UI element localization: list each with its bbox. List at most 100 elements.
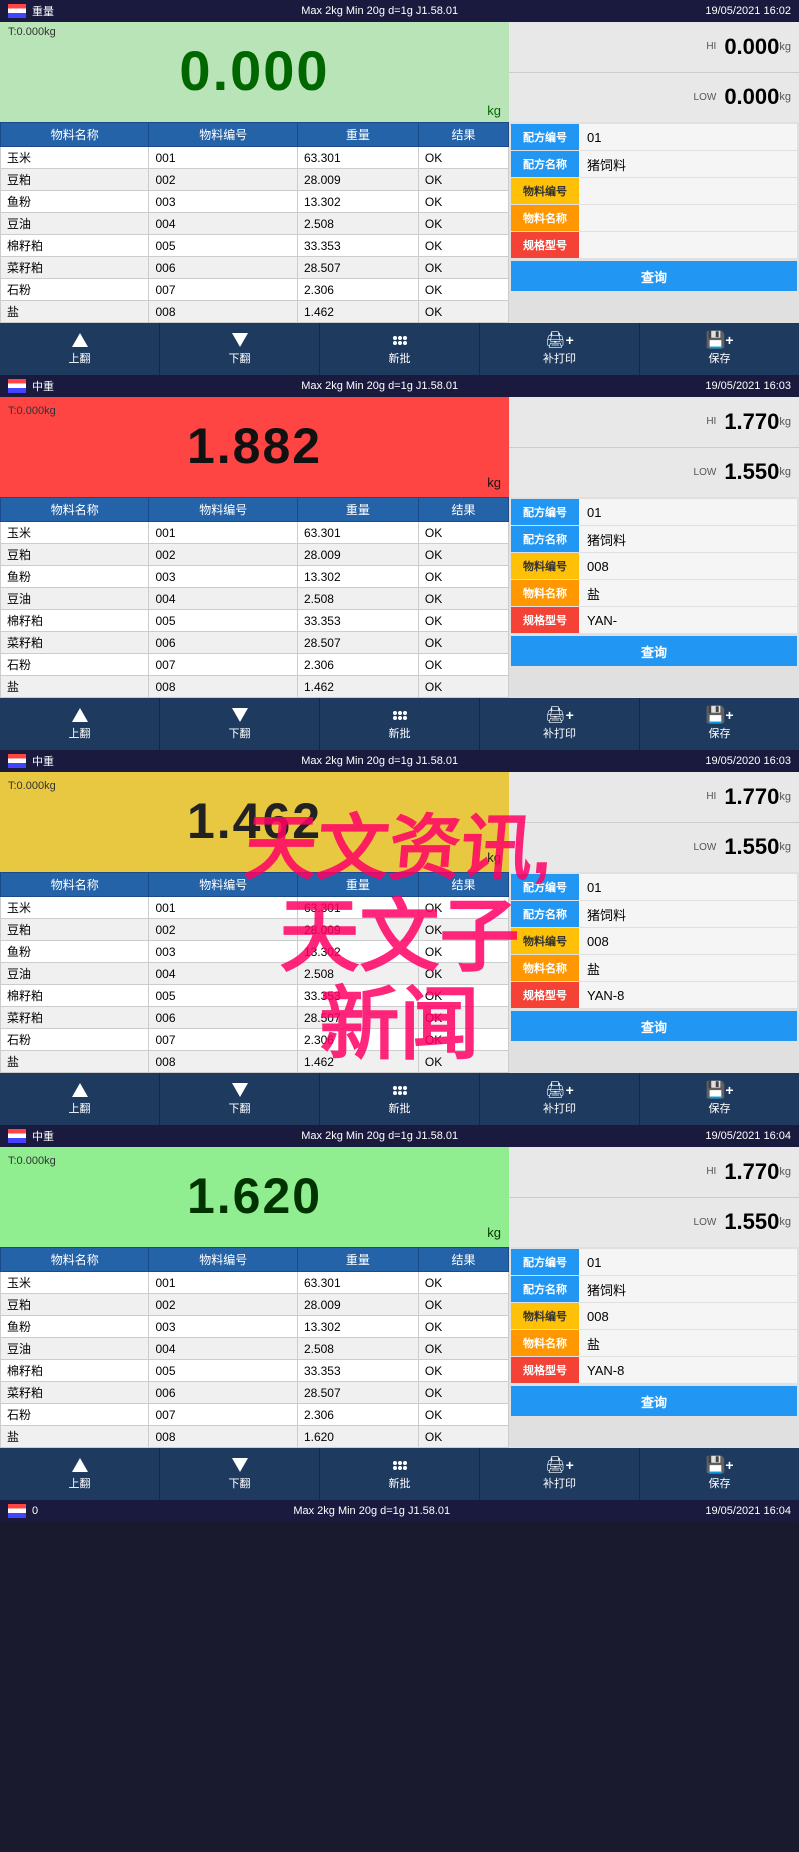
hi-value: 1.770 (724, 1159, 779, 1185)
info-label: 配方编号 (511, 1249, 579, 1275)
reprint-btn-label: 补打印 (543, 350, 576, 366)
up-btn[interactable]: 上翻 (0, 698, 160, 750)
down-btn-icon (228, 1457, 252, 1473)
table-cell: 石粉 (1, 1404, 149, 1426)
table-cell: 008 (149, 676, 297, 698)
new-batch-btn[interactable]: 新批 (320, 1448, 480, 1500)
info-row: 物料编号 008 (511, 928, 797, 954)
toolbar: 上翻 下翻 新批 🖨+ 补打印 💾+ 保存 (0, 1073, 799, 1125)
info-panel: 配方编号 01 配方名称 猪饲料 物料编号 008 物料名称 盐 规格型号 YA… (509, 872, 799, 1073)
hi-unit: kg (779, 791, 791, 803)
up-btn[interactable]: 上翻 (0, 1073, 160, 1125)
new-batch-btn-icon (388, 332, 412, 348)
save-btn[interactable]: 💾+ 保存 (640, 698, 799, 750)
info-row: 物料名称 (511, 205, 797, 231)
top-bar-left: 重量 (8, 3, 54, 19)
info-label: 物料名称 (511, 1330, 579, 1356)
table-cell: 鱼粉 (1, 566, 149, 588)
query-button[interactable]: 查询 (511, 261, 797, 291)
query-button[interactable]: 查询 (511, 636, 797, 666)
table-row: 玉米00163.301OK (1, 897, 509, 919)
table-header: 物料编号 (149, 1248, 297, 1272)
low-value: 1.550 (724, 1209, 779, 1235)
table-cell: 004 (149, 588, 297, 610)
table-row: 玉米00163.301OK (1, 522, 509, 544)
table-row: 菜籽粕00628.507OK (1, 1382, 509, 1404)
reprint-btn[interactable]: 🖨+ 补打印 (480, 1448, 640, 1500)
timestamp: 19/05/2021 16:03 (705, 380, 791, 392)
table-row: 石粉0072.306OK (1, 1404, 509, 1426)
material-table: 物料名称物料编号重量结果玉米00163.301OK豆粕00228.009OK鱼粉… (0, 122, 509, 323)
weight-area: T:0.000kg1.882kg HI 1.770 kg LOW 1.550 k… (0, 397, 799, 497)
table-cell: 002 (149, 919, 297, 941)
info-value: 盐 (579, 1330, 797, 1356)
table-cell: OK (418, 1294, 508, 1316)
table-row: 石粉0072.306OK (1, 1029, 509, 1051)
table-cell: 004 (149, 963, 297, 985)
info-row: 配方名称 猪饲料 (511, 1276, 797, 1302)
up-btn[interactable]: 上翻 (0, 1448, 160, 1500)
table-cell: OK (418, 1404, 508, 1426)
reprint-btn[interactable]: 🖨+ 补打印 (480, 323, 640, 375)
weight-label: 中重 (32, 753, 54, 769)
low-unit: kg (779, 466, 791, 478)
info-label: 物料编号 (511, 928, 579, 954)
table-cell: 33.353 (297, 610, 418, 632)
table-header: 物料名称 (1, 873, 149, 897)
up-btn[interactable]: 上翻 (0, 323, 160, 375)
table-cell: OK (418, 191, 508, 213)
info-value: 猪饲料 (579, 1276, 797, 1302)
low-value: 0.000 (724, 84, 779, 110)
query-button[interactable]: 查询 (511, 1386, 797, 1416)
reprint-btn[interactable]: 🖨+ 补打印 (480, 698, 640, 750)
material-table: 物料名称物料编号重量结果玉米00163.301OK豆粕00228.009OK鱼粉… (0, 497, 509, 698)
device-info: Max 2kg Min 20g d=1g J1.58.01 (301, 5, 458, 17)
table-cell: OK (418, 544, 508, 566)
table-row: 玉米00163.301OK (1, 1272, 509, 1294)
down-btn[interactable]: 下翻 (160, 698, 320, 750)
save-btn[interactable]: 💾+ 保存 (640, 1448, 799, 1500)
reprint-btn-label: 补打印 (543, 725, 576, 741)
new-batch-btn[interactable]: 新批 (320, 323, 480, 375)
table-cell: 28.507 (297, 257, 418, 279)
down-btn[interactable]: 下翻 (160, 1448, 320, 1500)
new-batch-btn[interactable]: 新批 (320, 1073, 480, 1125)
save-btn-label: 保存 (709, 350, 731, 366)
weight-area: T:0.000kg1.462kg HI 1.770 kg LOW 1.550 k… (0, 772, 799, 872)
info-row: 物料编号 008 (511, 1303, 797, 1329)
info-label: 规格型号 (511, 1357, 579, 1383)
down-btn[interactable]: 下翻 (160, 323, 320, 375)
weight-value: 1.882 (187, 417, 322, 475)
table-row: 盐0081.462OK (1, 676, 509, 698)
reprint-btn[interactable]: 🖨+ 补打印 (480, 1073, 640, 1125)
weight-unit: kg (487, 850, 501, 865)
table-cell: 棉籽粕 (1, 985, 149, 1007)
new-batch-btn[interactable]: 新批 (320, 698, 480, 750)
hi-unit: kg (779, 416, 791, 428)
table-row: 豆油0042.508OK (1, 1338, 509, 1360)
query-button[interactable]: 查询 (511, 1011, 797, 1041)
table-row: 盐0081.462OK (1, 1051, 509, 1073)
info-value: 008 (579, 1303, 797, 1329)
down-btn[interactable]: 下翻 (160, 1073, 320, 1125)
save-btn[interactable]: 💾+ 保存 (640, 1073, 799, 1125)
table-cell: 33.353 (297, 985, 418, 1007)
table-cell: 盐 (1, 676, 149, 698)
table-cell: 豆粕 (1, 169, 149, 191)
table-cell: 007 (149, 1404, 297, 1426)
save-btn[interactable]: 💾+ 保存 (640, 323, 799, 375)
table-cell: 豆油 (1, 963, 149, 985)
hi-label: HI (706, 416, 716, 427)
toolbar: 上翻 下翻 新批 🖨+ 补打印 💾+ 保存 (0, 698, 799, 750)
reprint-btn-icon: 🖨+ (548, 332, 572, 348)
top-bar: 重量 Max 2kg Min 20g d=1g J1.58.01 19/05/2… (0, 0, 799, 22)
info-value: 01 (579, 874, 797, 900)
tare-value: T:0.000kg (8, 405, 56, 417)
table-cell: 006 (149, 1007, 297, 1029)
table-cell: 002 (149, 1294, 297, 1316)
table-row: 豆油0042.508OK (1, 963, 509, 985)
table-cell: 28.009 (297, 169, 418, 191)
hi-display: HI 0.000 kg (509, 22, 799, 73)
table-row: 玉米00163.301OK (1, 147, 509, 169)
weight-side-panel: HI 1.770 kg LOW 1.550 kg (509, 1147, 799, 1247)
